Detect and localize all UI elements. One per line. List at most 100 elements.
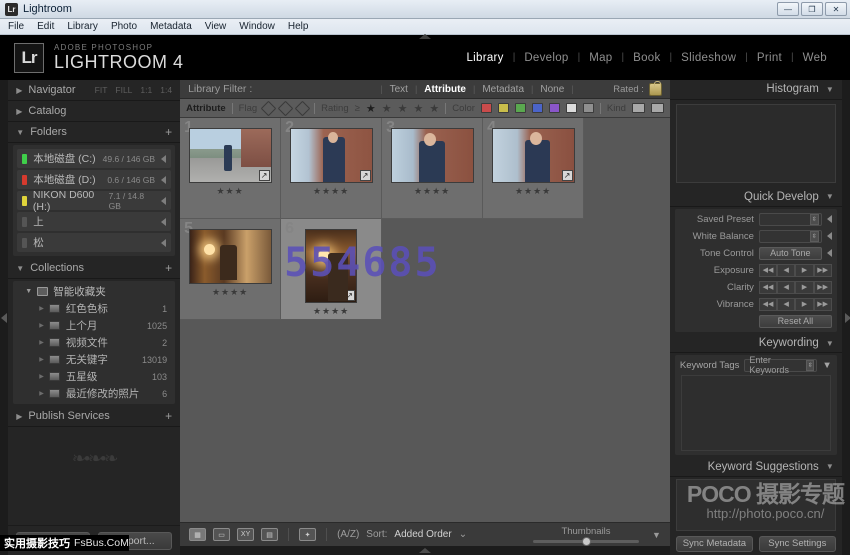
menu-item-window[interactable]: Window	[239, 21, 275, 32]
rating-star-5[interactable]: ★	[429, 102, 439, 115]
color-swatch-none[interactable]	[566, 103, 577, 113]
chevron-down-icon[interactable]: ▼	[826, 339, 834, 348]
flag-unflagged-icon[interactable]	[278, 100, 294, 116]
top-panel-toggle[interactable]	[419, 34, 431, 39]
crop-badge-icon[interactable]: ↗	[360, 170, 371, 181]
list-item[interactable]: ▶ 视频文件 2	[13, 334, 175, 351]
grid-cell[interactable]: 5 ★★★★	[180, 219, 281, 320]
thumbnail-grid[interactable]: 1 ↗ ★★★ 2 ↗ ★★★★ 3	[180, 118, 670, 522]
folder-expand-icon[interactable]	[161, 176, 166, 184]
folder-row[interactable]: 松	[17, 233, 171, 252]
folder-expand-icon[interactable]	[161, 239, 166, 247]
module-slideshow[interactable]: Slideshow	[672, 52, 745, 64]
thumbnail-image[interactable]: ↗	[305, 229, 357, 303]
menu-item-metadata[interactable]: Metadata	[150, 21, 192, 32]
menu-item-file[interactable]: File	[8, 21, 24, 32]
sort-direction-icon[interactable]: (A/Z)	[337, 529, 359, 540]
thumbnail-image[interactable]: ↗	[290, 128, 373, 183]
menu-item-edit[interactable]: Edit	[37, 21, 54, 32]
clarity-minus[interactable]: ◀	[777, 281, 795, 294]
folder-row[interactable]: 上	[17, 212, 171, 231]
lock-icon[interactable]	[649, 83, 662, 96]
toolbar-menu-icon[interactable]: ▼	[652, 530, 661, 540]
quick-develop-header[interactable]: Quick Develop ▼	[670, 187, 842, 207]
color-swatch-green[interactable]	[515, 103, 526, 113]
grid-cell[interactable]: 1 ↗ ★★★	[180, 118, 281, 219]
compare-view-icon[interactable]: XY	[237, 528, 254, 541]
vibrance-plus[interactable]: ▶	[795, 298, 813, 311]
chevron-down-icon[interactable]: ▼	[826, 85, 834, 94]
exposure-minus-minus[interactable]: ◀◀	[759, 264, 777, 277]
module-book[interactable]: Book	[624, 52, 669, 64]
color-swatch-red[interactable]	[481, 103, 492, 113]
keyword-tags-select[interactable]: Enter Keywords ⇳	[744, 359, 817, 372]
rating-star-1[interactable]: ★	[366, 102, 376, 115]
thumbnail-size-slider[interactable]: Thumbnails	[533, 526, 639, 543]
saved-preset-select[interactable]: ⇳	[759, 213, 822, 226]
color-swatch-yellow[interactable]	[498, 103, 509, 113]
sort-chevron-icon[interactable]: ⌄	[459, 529, 467, 540]
vibrance-plus-plus[interactable]: ▶▶	[814, 298, 832, 311]
smart-collection-group[interactable]: ▼ 智能收藏夹	[13, 283, 175, 300]
flag-reject-icon[interactable]	[295, 100, 311, 116]
tab-none[interactable]: None	[533, 84, 571, 95]
list-item[interactable]: ▶ 红色色标 1	[13, 300, 175, 317]
clarity-minus-minus[interactable]: ◀◀	[759, 281, 777, 294]
minimize-icon[interactable]: —	[777, 2, 799, 16]
list-item[interactable]: ▶ 五星级 103	[13, 368, 175, 385]
rating-star-2[interactable]: ★	[382, 102, 392, 115]
zoom-1-1[interactable]: 1:1	[140, 85, 152, 95]
sync-settings-button[interactable]: Sync Settings	[759, 536, 836, 552]
folder-expand-icon[interactable]	[161, 155, 166, 163]
zoom-fit[interactable]: FIT	[95, 85, 108, 95]
folder-row[interactable]: NIKON D600 (H:) 7.1 / 14.8 GB	[17, 191, 171, 210]
exposure-plus[interactable]: ▶	[795, 264, 813, 277]
grid-cell-selected[interactable]: 6 ↗ ★★★★	[281, 219, 382, 320]
cell-rating[interactable]: ★★★★	[515, 186, 551, 197]
exposure-stepper[interactable]: ◀◀ ◀ ▶ ▶▶	[759, 264, 832, 277]
grid-view-icon[interactable]: ▦	[189, 528, 206, 541]
module-print[interactable]: Print	[748, 52, 791, 64]
chevron-down-icon[interactable]: ▼	[826, 192, 834, 201]
crop-badge-icon[interactable]: ↗	[259, 170, 270, 181]
grid-cell[interactable]: 3 ★★★★	[382, 118, 483, 219]
rating-star-4[interactable]: ★	[413, 102, 423, 115]
slider-knob[interactable]	[582, 537, 591, 546]
folder-row[interactable]: 本地磁盘 (C:) 49.6 / 146 GB	[17, 149, 171, 168]
sync-metadata-button[interactable]: Sync Metadata	[676, 536, 753, 552]
cell-rating[interactable]: ★★★★	[414, 186, 450, 197]
menu-item-help[interactable]: Help	[288, 21, 309, 32]
module-web[interactable]: Web	[794, 52, 836, 64]
histogram-plot[interactable]	[676, 104, 836, 184]
crop-badge-icon[interactable]: ↗	[344, 290, 355, 301]
menu-item-photo[interactable]: Photo	[111, 21, 137, 32]
thumbnail-image[interactable]: ↗	[189, 128, 272, 183]
zoom-1-4[interactable]: 1:4	[160, 85, 172, 95]
white-balance-select[interactable]: ⇳	[759, 230, 822, 243]
folders-header[interactable]: ▼ Folders +	[8, 122, 180, 143]
cell-rating[interactable]: ★★★★	[313, 186, 349, 197]
folder-expand-icon[interactable]	[161, 197, 166, 205]
catalog-header[interactable]: ▶ Catalog	[8, 101, 180, 122]
thumbnail-image[interactable]: ↗	[492, 128, 575, 183]
crop-badge-icon[interactable]: ↗	[562, 170, 573, 181]
close-icon[interactable]: ✕	[825, 2, 847, 16]
color-swatch-custom[interactable]	[583, 103, 594, 113]
color-swatch-purple[interactable]	[549, 103, 560, 113]
cell-rating[interactable]: ★★★	[216, 186, 243, 197]
folder-row[interactable]: 本地磁盘 (D:) 0.6 / 146 GB	[17, 170, 171, 189]
clarity-plus-plus[interactable]: ▶▶	[814, 281, 832, 294]
painter-icon[interactable]: ✦	[299, 528, 316, 541]
keywording-menu-icon[interactable]: ▼	[822, 360, 831, 371]
keywording-header[interactable]: Keywording ▼	[670, 334, 842, 354]
kind-video-icon[interactable]	[651, 103, 664, 113]
loupe-view-icon[interactable]: ▭	[213, 528, 230, 541]
auto-tone-button[interactable]: Auto Tone	[759, 247, 822, 260]
vibrance-minus-minus[interactable]: ◀◀	[759, 298, 777, 311]
add-collection-icon[interactable]: +	[165, 262, 172, 274]
exposure-minus[interactable]: ◀	[777, 264, 795, 277]
navigator-header[interactable]: ▶ Navigator FIT FILL 1:1 1:4	[8, 80, 180, 101]
thumbnail-image[interactable]	[189, 229, 272, 284]
left-panel-handle[interactable]	[0, 80, 8, 555]
menu-item-library[interactable]: Library	[67, 21, 98, 32]
